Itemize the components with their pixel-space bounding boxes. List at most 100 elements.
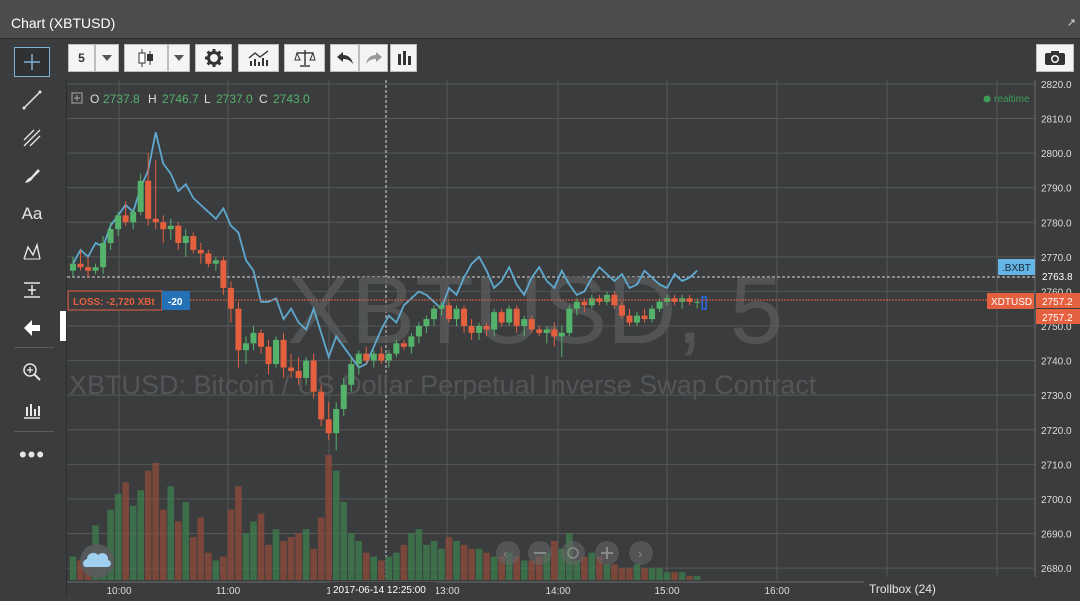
candle-body xyxy=(528,319,535,330)
price-tick-label: 2700.0 xyxy=(1041,495,1072,506)
price-tick-label: 2820.0 xyxy=(1041,80,1072,91)
volume-bar xyxy=(520,560,528,580)
redo-button[interactable] xyxy=(359,44,388,72)
toolbar-resize-handle[interactable] xyxy=(60,311,66,341)
pattern-tool-button[interactable] xyxy=(14,237,50,267)
volume-bar xyxy=(280,540,287,580)
volume-bar xyxy=(205,552,212,580)
candle-body xyxy=(145,180,152,219)
drawing-toolbar: Aa ••• xyxy=(0,39,67,596)
candle-body xyxy=(303,360,310,378)
volume-bar xyxy=(460,544,468,580)
ohlc-low-label: L xyxy=(204,92,211,106)
price-tick-label: 2770.0 xyxy=(1041,253,1072,264)
chart-area[interactable]: XBTUSD, 5 XBTUSD: Bitcoin / US Dollar Pe… xyxy=(67,80,1080,597)
ohlc-low-value: 2737.0 xyxy=(216,92,253,106)
volume-bar xyxy=(355,540,363,580)
volume-bar xyxy=(265,544,272,580)
candle-body xyxy=(280,339,287,368)
candle-body xyxy=(656,301,663,309)
chart-properties-button[interactable] xyxy=(390,44,417,72)
candle xyxy=(325,402,332,441)
price-tick-label: 2800.0 xyxy=(1041,149,1072,160)
volume-bar xyxy=(137,490,144,580)
candle-body xyxy=(288,367,295,371)
more-tools-button[interactable]: ••• xyxy=(14,440,50,470)
toolbar-divider xyxy=(14,347,54,348)
candle-body xyxy=(370,353,377,361)
pitchfork-tool-button[interactable] xyxy=(14,123,50,153)
cloud-button[interactable] xyxy=(80,544,114,578)
zoom-in-icon xyxy=(23,363,41,381)
candle-body xyxy=(190,236,197,250)
candle-body xyxy=(536,329,543,333)
crosshair-tool-button[interactable] xyxy=(14,47,50,77)
volume-bar xyxy=(167,486,175,580)
candle-body xyxy=(137,180,144,212)
volume-bar xyxy=(671,572,678,580)
redo-icon xyxy=(365,52,382,64)
interval-select[interactable]: 5 xyxy=(68,44,95,72)
candle xyxy=(333,402,340,451)
volume-bar xyxy=(445,537,453,580)
candle-body xyxy=(506,308,513,323)
chart-type-button[interactable] xyxy=(124,44,168,72)
volume-bar xyxy=(310,548,317,580)
reset-button[interactable] xyxy=(561,541,585,565)
brush-tool-button[interactable] xyxy=(14,161,50,191)
zoom-tool-button[interactable] xyxy=(14,357,50,387)
candle-body xyxy=(160,222,167,230)
arrow-left-icon xyxy=(24,320,40,336)
candle-body xyxy=(378,353,385,361)
candle-body xyxy=(400,343,407,347)
snapshot-button[interactable] xyxy=(1036,44,1074,72)
candle-body xyxy=(115,215,122,230)
candle-body xyxy=(385,353,392,361)
volume-bar xyxy=(490,556,498,580)
candle xyxy=(130,208,137,230)
text-tool-button[interactable]: Aa xyxy=(14,199,50,229)
volume-bar xyxy=(611,564,618,580)
indicators-button[interactable] xyxy=(238,44,279,72)
price-chart[interactable]: XBTUSD, 5 XBTUSD: Bitcoin / US Dollar Pe… xyxy=(67,80,1080,597)
scroll-left-button[interactable] xyxy=(496,541,520,565)
candle xyxy=(235,301,242,368)
ohlc-high-label: H xyxy=(148,92,157,106)
price-axis[interactable]: 2680.0 2690.0 2700.0 2710.0 2720.0 2730.0 2740… xyxy=(1041,80,1072,575)
candle-body xyxy=(430,308,437,320)
candle-body xyxy=(205,253,212,264)
candle-body xyxy=(152,218,159,223)
interval-dropdown-button[interactable] xyxy=(95,44,119,72)
minus-icon xyxy=(534,552,546,554)
loss-label: LOSS: -2,720 XBt xyxy=(73,297,155,308)
settings-button[interactable] xyxy=(195,44,232,72)
popout-icon[interactable]: ↗ xyxy=(1067,16,1076,29)
time-tick-label: 14:00 xyxy=(545,586,570,596)
candle-body xyxy=(100,243,107,268)
volume-bar xyxy=(114,494,122,580)
candle-body xyxy=(641,315,648,320)
trollbox-label: Trollbox (24) xyxy=(869,582,936,596)
candle-body xyxy=(363,353,370,361)
candle xyxy=(92,263,99,275)
ohlc-close-value: 2743.0 xyxy=(273,92,310,106)
candle-body xyxy=(235,308,242,351)
volume-bar xyxy=(220,556,227,580)
volume-bar xyxy=(122,482,129,580)
measure-tool-button[interactable] xyxy=(14,275,50,305)
back-arrow-button[interactable] xyxy=(14,313,50,343)
time-tick-label: 15:00 xyxy=(654,586,679,596)
trend-line-tool-button[interactable] xyxy=(14,85,50,115)
candle xyxy=(220,256,227,295)
candle-body xyxy=(476,326,483,333)
magnet-tool-button[interactable] xyxy=(14,395,50,425)
volume-bar xyxy=(430,540,438,580)
undo-button[interactable] xyxy=(330,44,359,72)
volume-bar xyxy=(235,486,242,580)
compare-button[interactable] xyxy=(284,44,325,72)
pitchfork-icon xyxy=(23,129,41,147)
candle-body xyxy=(415,326,422,337)
measure-icon xyxy=(24,282,40,298)
volume-bar xyxy=(250,521,257,580)
chart-type-dropdown-button[interactable] xyxy=(168,44,190,72)
